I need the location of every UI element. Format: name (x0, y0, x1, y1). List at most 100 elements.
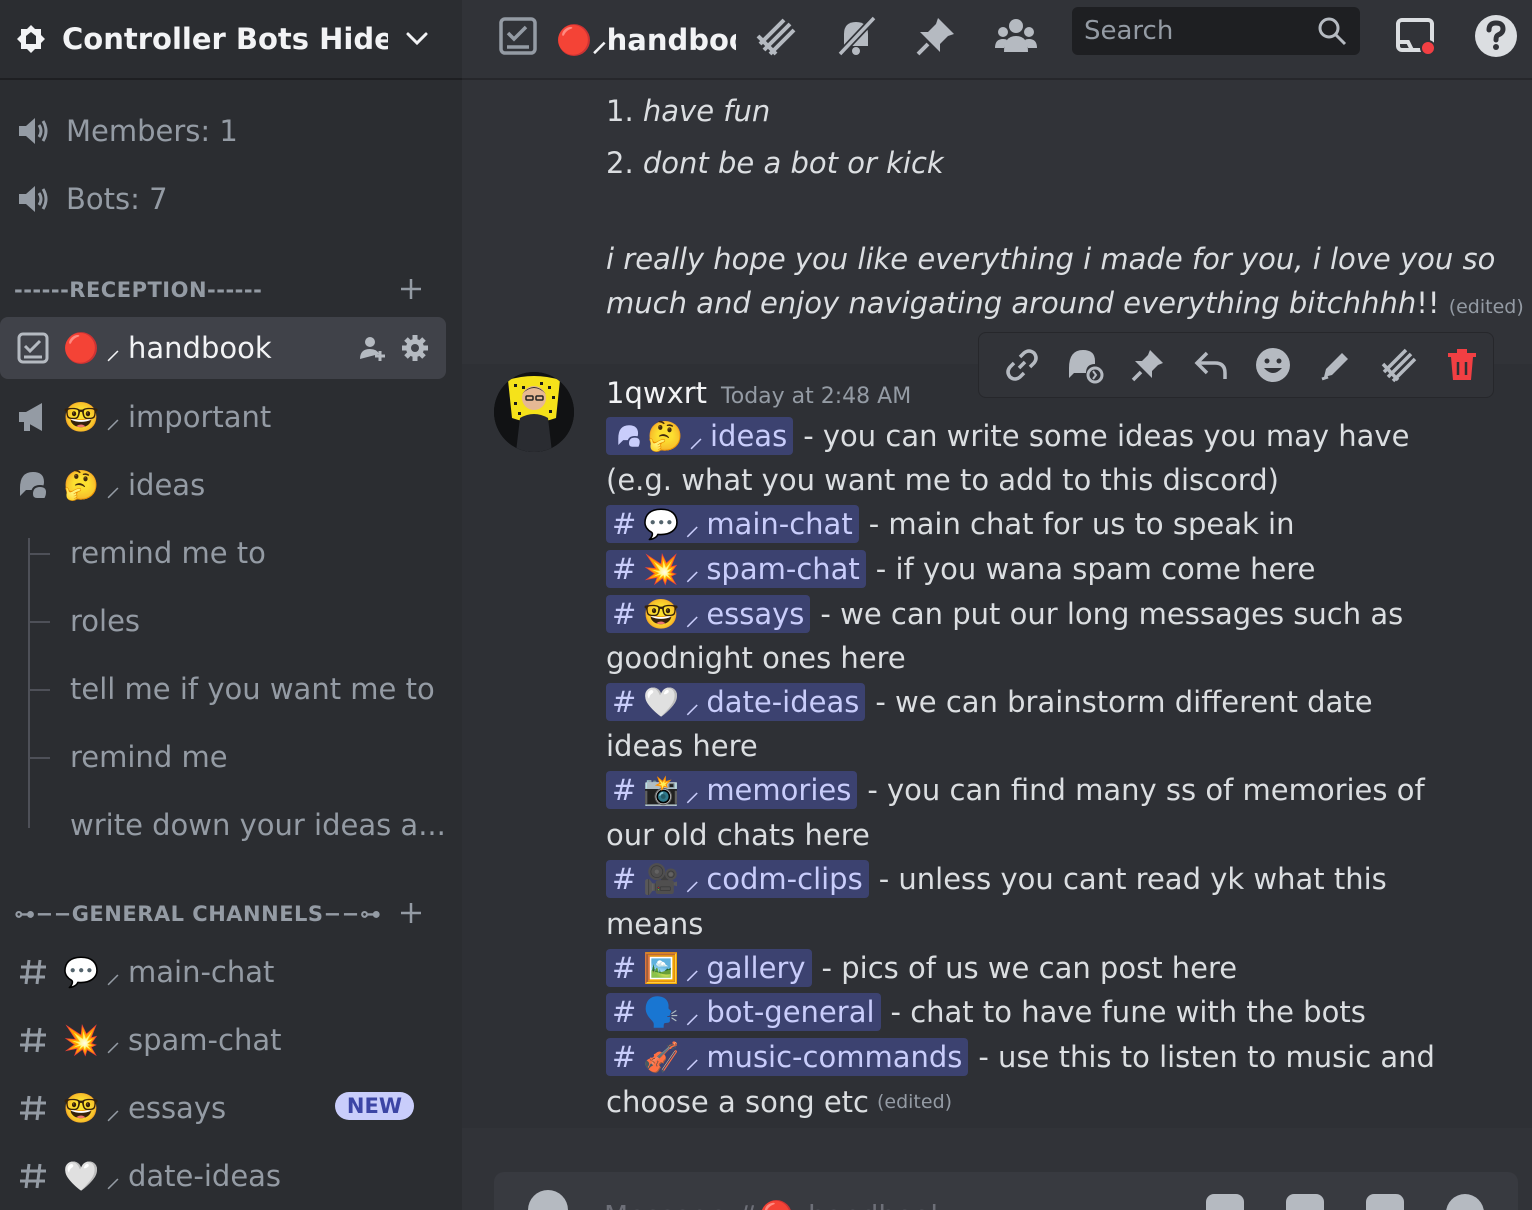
rule-item: 2. dont be a bot or kick (606, 146, 944, 180)
message-input[interactable]: Message #🔴⸝handbook (604, 1196, 947, 1210)
server-name: Controller Bots Hideout (62, 22, 388, 56)
channel-essays[interactable]: 🤓 ⸝ essays NEW (0, 1077, 446, 1139)
inbox-icon[interactable] (1390, 10, 1442, 62)
white-heart-emoji: 🤍 (62, 1158, 100, 1193)
emoji-picker-icon[interactable] (1446, 1194, 1484, 1210)
gif-icon[interactable] (1286, 1194, 1324, 1210)
thread-item[interactable]: tell me if you want me to (70, 664, 435, 714)
add-member-icon[interactable] (356, 331, 390, 365)
channel-mention-date-ideas[interactable]: # 🤍 ⸝ date-ideas (606, 683, 866, 721)
thread-item[interactable]: roles (70, 596, 140, 646)
server-badge-icon (14, 22, 48, 56)
thread-connector (30, 621, 50, 623)
hashtag-icon: # (612, 597, 637, 631)
search-input[interactable]: Search (1072, 7, 1360, 55)
add-reaction-icon[interactable] (1242, 335, 1305, 395)
channel-important[interactable]: 🤓 ⸝ important (0, 386, 446, 448)
link-icon[interactable] (991, 335, 1054, 395)
message-header: 1qwxrt Today at 2:48 AM (606, 376, 911, 410)
forum-icon (14, 466, 52, 504)
channel-name: spam-chat (128, 1023, 282, 1057)
thread-item[interactable]: write down your ideas a... (70, 800, 446, 850)
channel-description-line: # 🤍 ⸝ date-ideas - we can brainstorm dif… (606, 680, 1373, 724)
hashtag-icon: # (612, 507, 637, 541)
author-name[interactable]: 1qwxrt (606, 376, 707, 410)
reply-icon[interactable] (1179, 335, 1242, 395)
stat-bots[interactable]: Bots: 7 (16, 174, 168, 224)
red-circle-emoji: 🔴 (556, 22, 593, 57)
forum-reply-icon[interactable] (1054, 335, 1117, 395)
chevron-down-icon[interactable] (402, 24, 432, 54)
channel-name: ideas (128, 468, 206, 502)
avatar[interactable] (494, 372, 574, 452)
channel-ideas[interactable]: 🤔 ⸝ ideas (0, 454, 446, 516)
message-timestamp: Today at 2:48 AM (721, 384, 912, 409)
mention-name: spam-chat (706, 552, 860, 586)
channel-handbook[interactable]: 🔴 ⸝ handbook (0, 317, 446, 379)
message-composer[interactable]: Message #🔴⸝handbook (494, 1172, 1518, 1210)
category-reception[interactable]: ------RECEPTION------ (0, 270, 440, 310)
upload-plus-icon[interactable] (528, 1190, 568, 1210)
stat-members[interactable]: Members: 1 (16, 106, 238, 156)
muted-bell-icon[interactable] (830, 10, 882, 62)
channel-description-line: our old chats here (606, 813, 870, 857)
slash-glyph: ⸝ (685, 552, 700, 587)
channel-mention-essays[interactable]: # 🤓 ⸝ essays (606, 595, 811, 633)
plus-icon[interactable] (396, 898, 426, 928)
thread-item[interactable]: remind me to (70, 528, 266, 578)
mention-name: main-chat (706, 507, 853, 541)
pin-icon[interactable] (910, 10, 962, 62)
hashtag-icon: # (612, 552, 637, 586)
slash-glyph: ⸝ (685, 951, 700, 986)
slash-glyph: ⸝ (105, 1023, 121, 1058)
channel-mention-memories[interactable]: # 📸 ⸝ memories (606, 771, 858, 809)
channel-description-line: # 📸 ⸝ memories - you can find many ss of… (606, 768, 1425, 812)
member-list-icon[interactable] (990, 10, 1042, 62)
channel-description: - unless you cant read yk what this (878, 862, 1387, 896)
slash-glyph: ⸝ (685, 995, 700, 1030)
channel-spam-chat[interactable]: 💥 ⸝ spam-chat (0, 1009, 446, 1071)
edit-icon[interactable] (1305, 335, 1368, 395)
category-general[interactable]: ⊶−−GENERAL CHANNELS−−⊶ (0, 894, 440, 934)
channel-description: choose a song etc (606, 1085, 869, 1119)
gift-icon[interactable] (1206, 1194, 1244, 1210)
channel-description: - you can write some ideas you may have (803, 419, 1410, 453)
channel-mention-spam-chat[interactable]: # 💥 ⸝ spam-chat (606, 550, 866, 588)
thread-item[interactable]: remind me (70, 732, 228, 782)
channel-description-line: 🤔 ⸝ ideas - you can write some ideas you… (606, 414, 1409, 458)
create-thread-icon[interactable] (1368, 335, 1431, 395)
edited-label: (edited) (876, 1091, 953, 1113)
gear-icon[interactable] (398, 331, 432, 365)
pin-icon[interactable] (1117, 335, 1180, 395)
channel-description: - use this to listen to music and (978, 1040, 1435, 1074)
sticker-icon[interactable] (1366, 1194, 1404, 1210)
speech-bubble-emoji: 💬 (643, 506, 680, 541)
movie-camera-emoji: 🎥 (643, 861, 680, 896)
threads-icon[interactable] (750, 10, 802, 62)
channel-mention-main-chat[interactable]: # 💬 ⸝ main-chat (606, 505, 859, 543)
channel-mention-codm-clips[interactable]: # 🎥 ⸝ codm-clips (606, 860, 869, 898)
help-icon[interactable] (1470, 10, 1522, 62)
nerd-emoji: 🤓 (643, 596, 680, 631)
trash-icon[interactable] (1430, 335, 1493, 395)
mention-name: ideas (710, 419, 788, 453)
channel-mention-music-commands[interactable]: # 🎻 ⸝ music-commands (606, 1038, 969, 1076)
channel-description: - you can find many ss of memories of (867, 773, 1425, 807)
channel-description-line: # 🎥 ⸝ codm-clips - unless you cant read … (606, 857, 1387, 901)
server-header[interactable]: Controller Bots Hideout (0, 0, 462, 80)
rule-text: have fun (642, 94, 771, 128)
channel-description-line: ideas here (606, 724, 758, 768)
channel-mention-bot-general[interactable]: # 🗣️ ⸝ bot-general (606, 993, 881, 1031)
channel-date-ideas[interactable]: 🤍 ⸝ date-ideas (0, 1145, 446, 1207)
search-icon (1316, 15, 1348, 47)
white-heart-emoji: 🤍 (643, 684, 680, 719)
mention-name: gallery (706, 951, 806, 985)
thread-connector (28, 538, 50, 828)
channel-mention-ideas[interactable]: 🤔 ⸝ ideas (606, 417, 794, 455)
plus-icon[interactable] (396, 274, 426, 304)
channel-mention-gallery[interactable]: # 🖼️ ⸝ gallery (606, 949, 812, 987)
channel-name: essays (128, 1091, 227, 1125)
channel-main-chat[interactable]: 💬 ⸝ main-chat (0, 941, 446, 1003)
bots-count: Bots: 7 (66, 182, 168, 216)
channel-sidebar: Controller Bots Hideout Members: 1 Bots:… (0, 0, 462, 1210)
